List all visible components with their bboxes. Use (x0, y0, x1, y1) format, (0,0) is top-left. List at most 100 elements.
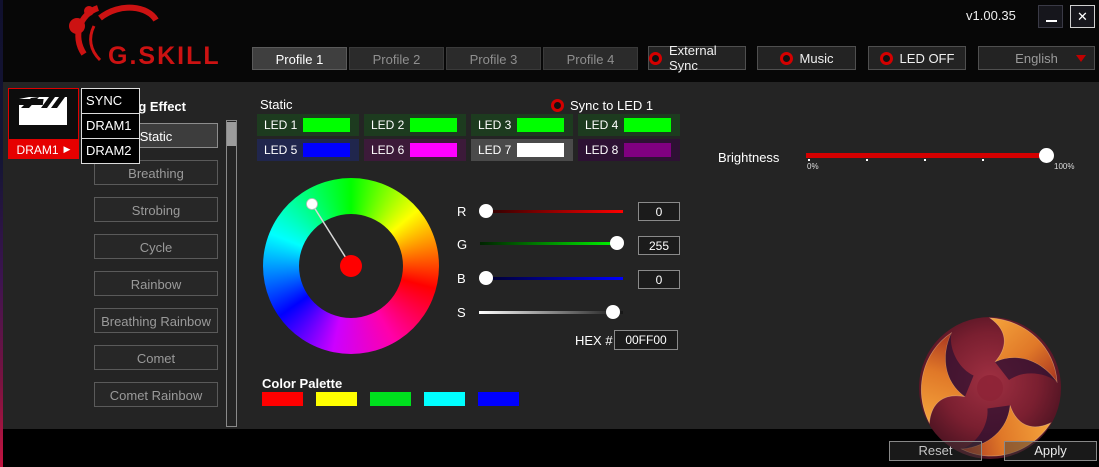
led-6-tile[interactable]: LED 6 (364, 139, 466, 161)
color-palette-heading: Color Palette (262, 376, 343, 391)
slider-g-track[interactable] (480, 236, 624, 250)
brightness-min-label: 0% (807, 162, 819, 171)
brightness-label: Brightness (718, 150, 780, 165)
brightness-slider[interactable] (806, 148, 1054, 163)
wheel-picker-handle[interactable] (306, 198, 318, 210)
dram-dropdown: SYNC DRAM1 DRAM2 (81, 88, 140, 164)
language-value: English (1015, 50, 1058, 66)
slider-r-value[interactable] (638, 202, 680, 221)
effect-cycle[interactable]: Cycle (94, 234, 218, 259)
apply-button[interactable]: Apply (1004, 441, 1097, 461)
dropdown-item-sync[interactable]: SYNC (81, 88, 140, 114)
palette-chip-red[interactable] (262, 392, 303, 406)
tick-25 (866, 159, 868, 161)
led-1-swatch (303, 118, 350, 132)
led-3-tile[interactable]: LED 3 (471, 114, 573, 136)
effect-strobing[interactable]: Strobing (94, 197, 218, 222)
color-wheel-overlay (306, 198, 362, 277)
version-label: v1.00.35 (966, 8, 1016, 23)
led-8-label: LED 8 (585, 143, 619, 157)
dram-selected-label: DRAM1 (16, 142, 59, 157)
led-2-label: LED 2 (371, 118, 405, 132)
led-8-tile[interactable]: LED 8 (578, 139, 680, 161)
led-4-tile[interactable]: LED 4 (578, 114, 680, 136)
effect-scrollbar[interactable] (226, 120, 237, 427)
close-button[interactable]: ✕ (1070, 5, 1095, 28)
slider-b-value[interactable] (638, 270, 680, 289)
led-2-tile[interactable]: LED 2 (364, 114, 466, 136)
slider-b-handle[interactable] (479, 271, 493, 285)
slider-r-track[interactable] (479, 204, 623, 218)
led-row-1: LED 1 LED 2 LED 3 LED 4 (257, 114, 680, 136)
slider-s-handle[interactable] (606, 305, 620, 319)
palette-chip-blue[interactable] (478, 392, 519, 406)
wheel-center-color (340, 255, 362, 277)
palette-chip-green[interactable] (370, 392, 411, 406)
radio-ring-icon (779, 51, 793, 65)
hex-input[interactable] (614, 330, 678, 350)
slider-b-track[interactable] (479, 271, 623, 285)
brightness-handle[interactable] (1039, 148, 1054, 163)
close-icon: ✕ (1077, 9, 1088, 24)
effect-breathing-rainbow[interactable]: Breathing Rainbow (94, 308, 218, 333)
led-1-label: LED 1 (264, 118, 298, 132)
slider-s-track[interactable] (479, 305, 623, 319)
led-off-button[interactable]: LED OFF (868, 46, 966, 70)
tab-profile-2[interactable]: Profile 2 (349, 47, 444, 70)
external-sync-button[interactable]: External Sync (648, 43, 746, 73)
led-4-label: LED 4 (585, 118, 619, 132)
dram-module-button[interactable] (8, 88, 79, 140)
led-5-label: LED 5 (264, 143, 298, 157)
led-7-swatch (517, 143, 564, 157)
led-5-tile[interactable]: LED 5 (257, 139, 359, 161)
led-2-swatch (410, 118, 457, 132)
reset-button[interactable]: Reset (889, 441, 982, 461)
tick-50 (924, 159, 926, 161)
tab-profile-3[interactable]: Profile 3 (446, 47, 541, 70)
effect-comet[interactable]: Comet (94, 345, 218, 370)
music-button[interactable]: Music (757, 46, 856, 70)
scrollbar-thumb[interactable] (227, 122, 236, 146)
dropdown-item-dram1[interactable]: DRAM1 (81, 113, 140, 139)
external-sync-label: External Sync (669, 43, 717, 73)
slider-r-handle[interactable] (479, 204, 493, 218)
led-off-label: LED OFF (899, 50, 955, 66)
dram-selected-bar[interactable]: DRAM1 ▶ (8, 140, 79, 159)
effect-comet-rainbow[interactable]: Comet Rainbow (94, 382, 218, 407)
effect-rainbow[interactable]: Rainbow (94, 271, 218, 296)
radio-ring-icon (551, 99, 564, 112)
slider-r-label: R (457, 204, 467, 219)
slider-g-handle[interactable] (610, 236, 624, 250)
slider-g-label: G (457, 237, 468, 252)
dropdown-item-dram2[interactable]: DRAM2 (81, 138, 140, 164)
tab-profile-1[interactable]: Profile 1 (252, 47, 347, 70)
led-3-label: LED 3 (478, 118, 512, 132)
led-1-tile[interactable]: LED 1 (257, 114, 359, 136)
chevron-down-icon (1076, 55, 1086, 62)
led-3-swatch (517, 118, 564, 132)
tick-0 (808, 159, 810, 161)
led-7-label: LED 7 (478, 143, 512, 157)
brand-text: G.SKILL (108, 42, 221, 70)
color-wheel[interactable] (263, 178, 439, 354)
tick-75 (982, 159, 984, 161)
led-4-swatch (624, 118, 671, 132)
sync-to-led1-label: Sync to LED 1 (570, 98, 654, 113)
slider-g-value[interactable] (638, 236, 680, 255)
palette-chip-yellow[interactable] (316, 392, 357, 406)
brightness-max-label: 100% (1054, 162, 1075, 171)
tab-profile-4[interactable]: Profile 4 (543, 47, 638, 70)
led-6-label: LED 6 (371, 143, 405, 157)
music-label: Music (799, 50, 834, 66)
mode-title: Static (260, 97, 293, 112)
sync-to-led1-toggle[interactable]: Sync to LED 1 (551, 98, 653, 113)
rgb-edge-strip (0, 0, 3, 467)
led-5-swatch (303, 143, 350, 157)
radio-ring-icon (879, 51, 893, 65)
led-7-tile[interactable]: LED 7 (471, 139, 573, 161)
radio-ring-icon (649, 51, 662, 65)
dram-arrow-icon: ▶ (63, 144, 71, 154)
minimize-button[interactable] (1038, 5, 1063, 28)
palette-chip-cyan[interactable] (424, 392, 465, 406)
language-select[interactable]: English (978, 46, 1095, 70)
